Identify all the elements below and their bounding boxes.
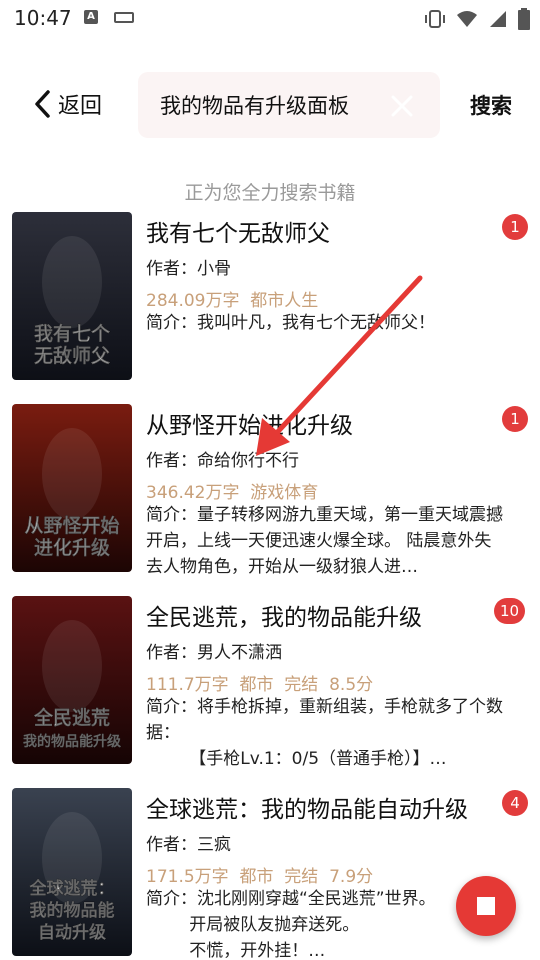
update-count-badge: 4	[502, 790, 528, 816]
book-intro: 简介：沈北刚刚穿越“全民逃荒”世界。 开局被队友抛弃送死。 不慌，开外挂！…	[146, 889, 436, 960]
book-words: 111.7万字	[146, 675, 229, 695]
update-count-badge: 1	[502, 406, 528, 432]
book-status: 完结	[284, 675, 319, 695]
book-author: 作者：三疯	[146, 835, 231, 855]
update-count-badge: 1	[502, 214, 528, 240]
cover-title-text: 全民逃荒	[33, 706, 110, 729]
signal-icon	[490, 11, 506, 27]
cover-figure	[42, 236, 102, 328]
search-box	[138, 72, 440, 138]
clear-button[interactable]	[390, 94, 414, 118]
book-item[interactable]: 全球逃荒： 我的物品能 自动升级 全球逃荒：我的物品能自动升级 作者：三疯 171.…	[0, 788, 540, 960]
status-bar: 10:47 A	[0, 0, 540, 36]
cover-title-text: 从野怪开始	[24, 514, 119, 537]
cover-title-text: 无敌师父	[34, 344, 111, 367]
stop-search-button[interactable]	[456, 876, 516, 936]
book-intro: 简介：我叫叶凡，我有七个无敌师父！	[146, 313, 435, 333]
book-score: 8.5分	[329, 675, 374, 695]
book-title: 我有七个无敌师父	[146, 221, 330, 247]
search-status-hint: 正为您全力搜索书籍	[184, 182, 356, 204]
book-title: 全球逃荒：我的物品能自动升级	[146, 797, 468, 823]
book-cover: 我有七个 无敌师父	[12, 212, 132, 380]
stop-icon	[477, 897, 495, 915]
book-intro: 简介：将手枪拆掉，重新组装，手枪就多了个数据： 【手枪Lv.1：0/5（普通手枪…	[146, 697, 503, 769]
cover-title-text: 我有七个	[34, 322, 111, 345]
top-bar: 返回 搜索	[0, 70, 540, 142]
a-icon: A	[84, 10, 98, 24]
book-meta: 171.5万字 都市 完结 7.9分	[146, 862, 373, 887]
cover-art: 全民逃荒我的物品能升级	[12, 596, 132, 764]
back-button[interactable]: 返回	[32, 84, 102, 124]
book-category: 都市	[239, 867, 274, 887]
vibrate-icon	[425, 10, 445, 28]
book-score: 7.9分	[329, 867, 374, 887]
search-button[interactable]: 搜索	[470, 90, 512, 120]
book-cover: 全民逃荒我的物品能升级	[12, 596, 132, 764]
book-meta: 346.42万字 游戏体育	[146, 478, 318, 503]
close-icon	[391, 95, 413, 117]
book-category: 都市	[239, 675, 274, 695]
book-words: 346.42万字	[146, 483, 240, 503]
cover-figure	[42, 428, 102, 520]
book-item[interactable]: 我有七个 无敌师父 我有七个无敌师父 作者：小骨 284.09万字 都市人生 简介…	[0, 212, 540, 392]
book-title: 从野怪开始进化升级	[146, 413, 353, 439]
status-time: 10:47	[14, 6, 72, 30]
keyboard-icon	[114, 12, 134, 23]
book-author: 作者：命给你行不行	[146, 451, 299, 471]
search-input[interactable]	[160, 90, 390, 120]
back-label: 返回	[58, 94, 103, 119]
book-author: 作者：男人不潇洒	[146, 643, 282, 663]
chevron-left-icon	[35, 90, 50, 118]
book-status: 完结	[284, 867, 319, 887]
cover-art: 我有七个无敌师父	[12, 212, 132, 380]
book-words: 171.5万字	[146, 867, 229, 887]
cover-title-text: 全球逃荒：	[29, 878, 115, 899]
book-cover: 全球逃荒： 我的物品能 自动升级	[12, 788, 132, 956]
cover-title-text: 我的物品能升级	[23, 733, 122, 750]
cover-title-text: 自动升级	[38, 922, 106, 943]
book-cover: 从野怪开始 进化升级	[12, 404, 132, 572]
cover-title-text: 进化升级	[34, 536, 110, 559]
cover-art: 全球逃荒：我的物品能自动升级	[12, 788, 132, 956]
book-author: 作者：小骨	[146, 259, 231, 279]
book-meta: 284.09万字 都市人生	[146, 286, 318, 311]
book-intro: 简介：量子转移网游九重天域，第一重天域震撼开启，上线一天便迅速火爆全球。 陆晨意…	[146, 505, 503, 577]
book-category: 游戏体育	[250, 483, 319, 503]
book-title: 全民逃荒，我的物品能升级	[146, 605, 422, 631]
cover-art: 从野怪开始进化升级	[12, 404, 132, 572]
book-category: 都市人生	[250, 291, 319, 311]
battery-icon	[518, 8, 530, 30]
status-icons	[424, 8, 530, 30]
book-item[interactable]: 从野怪开始 进化升级 从野怪开始进化升级 作者：命给你行不行 346.42万字 游…	[0, 404, 540, 584]
book-words: 284.09万字	[146, 291, 240, 311]
cover-title-text: 我的物品能	[30, 900, 115, 921]
book-meta: 111.7万字 都市 完结 8.5分	[146, 670, 373, 695]
update-count-badge: 10	[494, 598, 526, 624]
book-item[interactable]: 全民逃荒我的物品能升级 全民逃荒，我的物品能升级 作者：男人不潇洒 111.7万…	[0, 596, 540, 776]
wifi-icon	[457, 11, 477, 27]
cover-figure	[42, 620, 102, 712]
